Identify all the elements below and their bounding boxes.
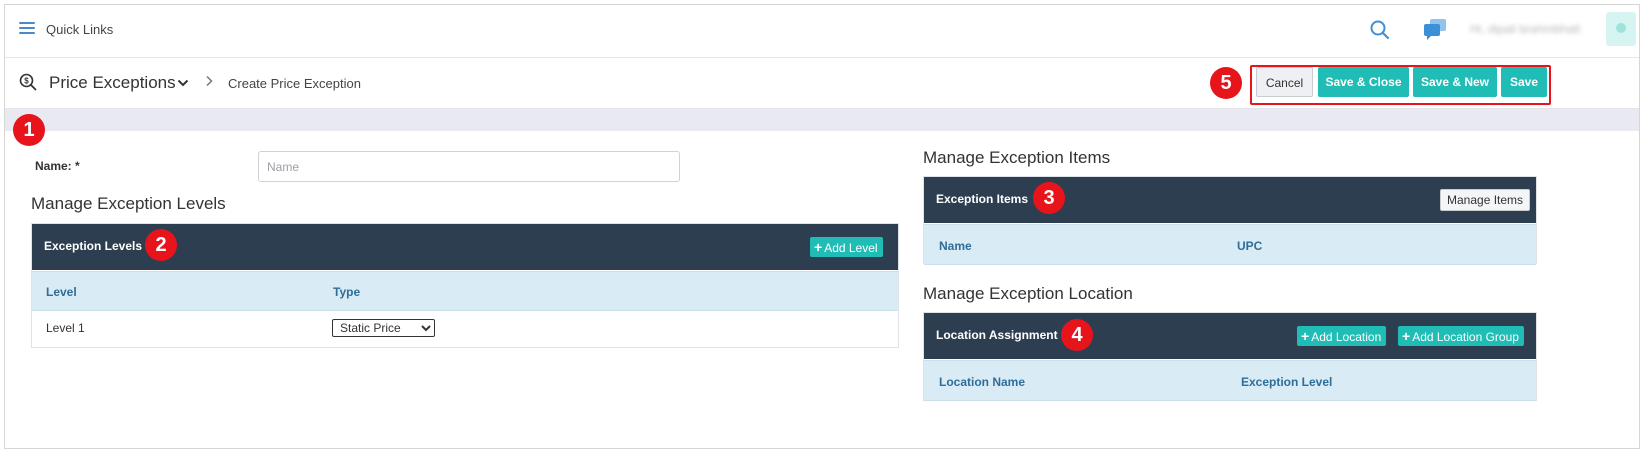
- table-row: Level 1 Static Price: [32, 310, 898, 347]
- add-location-group-button[interactable]: + Add Location Group: [1398, 326, 1524, 346]
- level-name: Level 1: [46, 321, 85, 335]
- annotation-badge-2: 2: [145, 229, 177, 261]
- content-divider: [5, 109, 1639, 131]
- column-header-location-name: Location Name: [939, 375, 1026, 389]
- items-section-title: Manage Exception Items: [923, 148, 1111, 167]
- column-header-type: Type: [333, 285, 361, 299]
- plus-icon: +: [1402, 328, 1411, 344]
- top-bar: Quick Links Hi, dipali brahmbhatt: [5, 5, 1639, 58]
- type-select[interactable]: Static Price: [332, 319, 435, 337]
- panel-title: Exception Levels: [44, 239, 143, 253]
- hamburger-menu-icon[interactable]: [19, 22, 35, 35]
- chat-icon[interactable]: [1422, 17, 1448, 41]
- name-label: Name: *: [35, 159, 80, 173]
- panel-header: Location Assignment + Add Location + Add L…: [924, 313, 1536, 359]
- chevron-down-icon[interactable]: [177, 75, 189, 91]
- add-level-button[interactable]: + Add Level: [810, 237, 883, 257]
- location-assignment-panel: Location Assignment + Add Location + Add L…: [923, 312, 1537, 401]
- plus-icon: +: [814, 239, 823, 255]
- panel-header: Exception Items Manage Items: [924, 177, 1536, 223]
- annotation-badge-3: 3: [1033, 182, 1065, 214]
- exception-items-panel: Exception Items Manage Items Name UPC: [923, 176, 1537, 265]
- save-close-button[interactable]: Save & Close: [1318, 67, 1409, 97]
- search-icon[interactable]: [1369, 19, 1391, 41]
- column-header-level: Level: [46, 285, 77, 299]
- annotation-badge-5: 5: [1210, 67, 1242, 99]
- svg-text:$: $: [24, 77, 29, 86]
- user-name[interactable]: Hi, dipali brahmbhatt: [1470, 22, 1580, 36]
- add-location-group-label: Add Location Group: [1412, 330, 1519, 344]
- breadcrumb-current: Create Price Exception: [228, 76, 361, 91]
- quick-links-link[interactable]: Quick Links: [46, 22, 113, 37]
- price-search-icon: $: [19, 73, 37, 91]
- column-header-exception-level: Exception Level: [1241, 375, 1333, 389]
- levels-column-header: Level Type: [32, 271, 898, 311]
- location-column-header: Location Name Exception Level: [924, 360, 1536, 401]
- panel-title: Exception Items: [936, 192, 1029, 206]
- column-header-upc: UPC: [1237, 239, 1263, 253]
- add-level-label: Add Level: [824, 241, 878, 255]
- manage-items-button[interactable]: Manage Items: [1440, 189, 1531, 211]
- chevron-right-icon: [205, 74, 213, 90]
- cancel-button[interactable]: Cancel: [1256, 67, 1313, 97]
- plus-icon: +: [1301, 328, 1310, 344]
- location-section-title: Manage Exception Location: [923, 284, 1133, 303]
- module-dropdown[interactable]: Price Exceptions: [49, 73, 176, 93]
- save-button[interactable]: Save: [1501, 67, 1547, 97]
- add-location-label: Add Location: [1311, 330, 1382, 344]
- app-window: Quick Links Hi, dipali brahmbhatt $ Pric…: [4, 4, 1640, 449]
- save-new-button[interactable]: Save & New: [1413, 67, 1497, 97]
- column-header-name: Name: [939, 239, 972, 253]
- annotation-badge-4: 4: [1061, 319, 1093, 351]
- levels-section-title: Manage Exception Levels: [31, 194, 226, 213]
- panel-title: Location Assignment: [936, 328, 1058, 342]
- avatar[interactable]: [1606, 12, 1636, 46]
- annotation-badge-1: 1: [13, 114, 45, 146]
- items-column-header: Name UPC: [924, 224, 1536, 265]
- add-location-button[interactable]: + Add Location: [1297, 326, 1387, 346]
- name-field[interactable]: [258, 151, 680, 182]
